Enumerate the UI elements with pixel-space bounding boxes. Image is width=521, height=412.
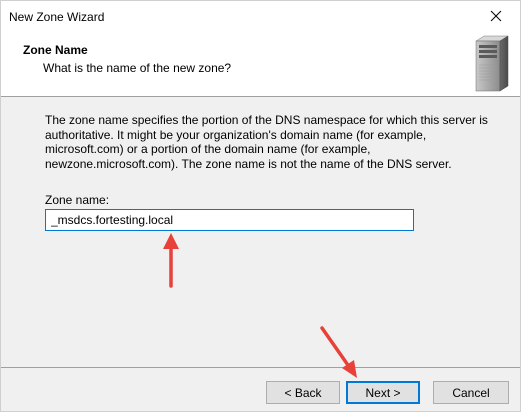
page-subtitle: What is the name of the new zone?: [43, 61, 232, 75]
close-button[interactable]: [476, 3, 516, 29]
new-zone-wizard-window: New Zone Wizard Zone Name What is the na…: [0, 0, 521, 412]
back-button[interactable]: < Back: [266, 381, 340, 404]
next-button[interactable]: Next >: [346, 381, 420, 404]
window-title: New Zone Wizard: [9, 10, 105, 24]
title-bar: New Zone Wizard: [1, 1, 520, 31]
server-tower-icon: [475, 35, 509, 92]
footer-divider: [1, 367, 520, 368]
page-title: Zone Name: [23, 43, 88, 57]
zone-name-input[interactable]: [45, 209, 414, 231]
close-icon: [490, 10, 502, 22]
zone-name-label: Zone name:: [45, 193, 110, 207]
wizard-header: Zone Name What is the name of the new zo…: [1, 31, 520, 97]
zone-name-description: The zone name specifies the portion of t…: [45, 113, 488, 171]
cancel-button[interactable]: Cancel: [433, 381, 509, 404]
